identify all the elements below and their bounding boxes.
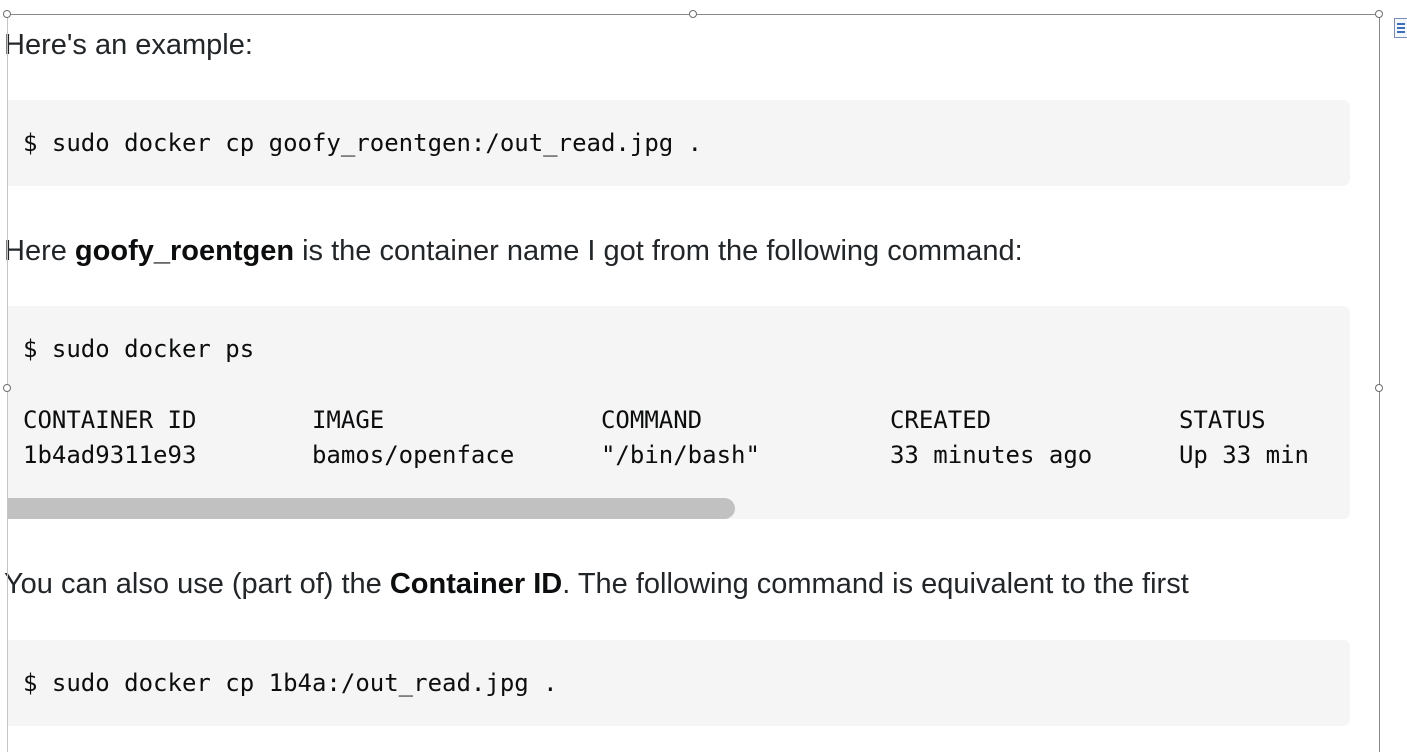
code-line-table-row: 1b4ad9311e93 bamos/openface "/bin/bash" … (23, 441, 1309, 469)
intro-paragraph: Here's an example: (4, 27, 253, 63)
document-content: Here's an example: $ sudo docker cp goof… (0, 0, 1379, 752)
code-block-cp-by-name: $ sudo docker cp goofy_roentgen:/out_rea… (7, 100, 1350, 186)
resize-handle-top-center[interactable] (689, 10, 697, 18)
code-line-command: $ sudo docker ps (23, 335, 255, 363)
code-line: $ sudo docker cp 1b4a:/out_read.jpg . (23, 669, 558, 697)
paragraph-text: You can also use (part of) the (4, 568, 390, 600)
horizontal-scrollbar-thumb[interactable] (7, 498, 735, 519)
container-id-bold: Container ID (389, 568, 563, 600)
resize-handle-top-left[interactable] (3, 10, 11, 18)
resize-handle-middle-right[interactable] (1375, 384, 1383, 392)
resize-handle-top-right[interactable] (1375, 10, 1383, 18)
code-line: $ sudo docker cp goofy_roentgen:/out_rea… (23, 129, 703, 157)
code-line-table-header: CONTAINER ID IMAGE COMMAND CREATED STATU… (23, 406, 1266, 434)
selection-frame-right (1379, 14, 1380, 752)
paragraph-text: Here (4, 235, 75, 267)
code-block-cp-by-id: $ sudo docker cp 1b4a:/out_read.jpg . (7, 640, 1350, 726)
container-id-paragraph: You can also use (part of) the Container… (4, 566, 1189, 602)
layout-options-icon[interactable] (1394, 18, 1407, 38)
paragraph-text: is the container name I got from the fol… (294, 235, 1023, 267)
container-name-bold: goofy_roentgen (74, 235, 295, 267)
paragraph-text: . The following command is equivalent to… (562, 568, 1189, 600)
container-name-paragraph: Here goofy_roentgen is the container nam… (4, 233, 1023, 269)
intro-text: Here's an example: (4, 29, 253, 61)
code-block-docker-ps[interactable]: $ sudo docker ps CONTAINER ID IMAGE COMM… (7, 306, 1350, 519)
resize-handle-middle-left[interactable] (3, 384, 11, 392)
selection-frame-left (7, 14, 8, 752)
